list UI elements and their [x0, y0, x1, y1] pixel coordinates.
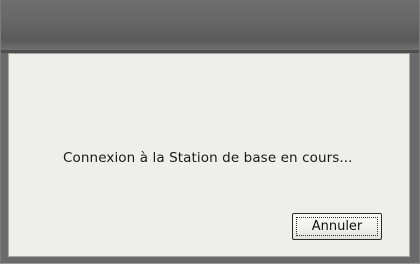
- cancel-button-label: Annuler: [311, 219, 363, 234]
- title-bar[interactable]: [1, 0, 419, 50]
- window-frame-bottom: [1, 257, 419, 263]
- window-frame-left: [1, 53, 8, 263]
- window-frame-right: [410, 53, 419, 263]
- dialog-body: Connexion à la Station de base en cours.…: [8, 53, 410, 257]
- cancel-button[interactable]: Annuler: [292, 213, 382, 240]
- status-message: Connexion à la Station de base en cours.…: [63, 150, 353, 166]
- connection-dialog: Connexion à la Station de base en cours.…: [0, 0, 420, 264]
